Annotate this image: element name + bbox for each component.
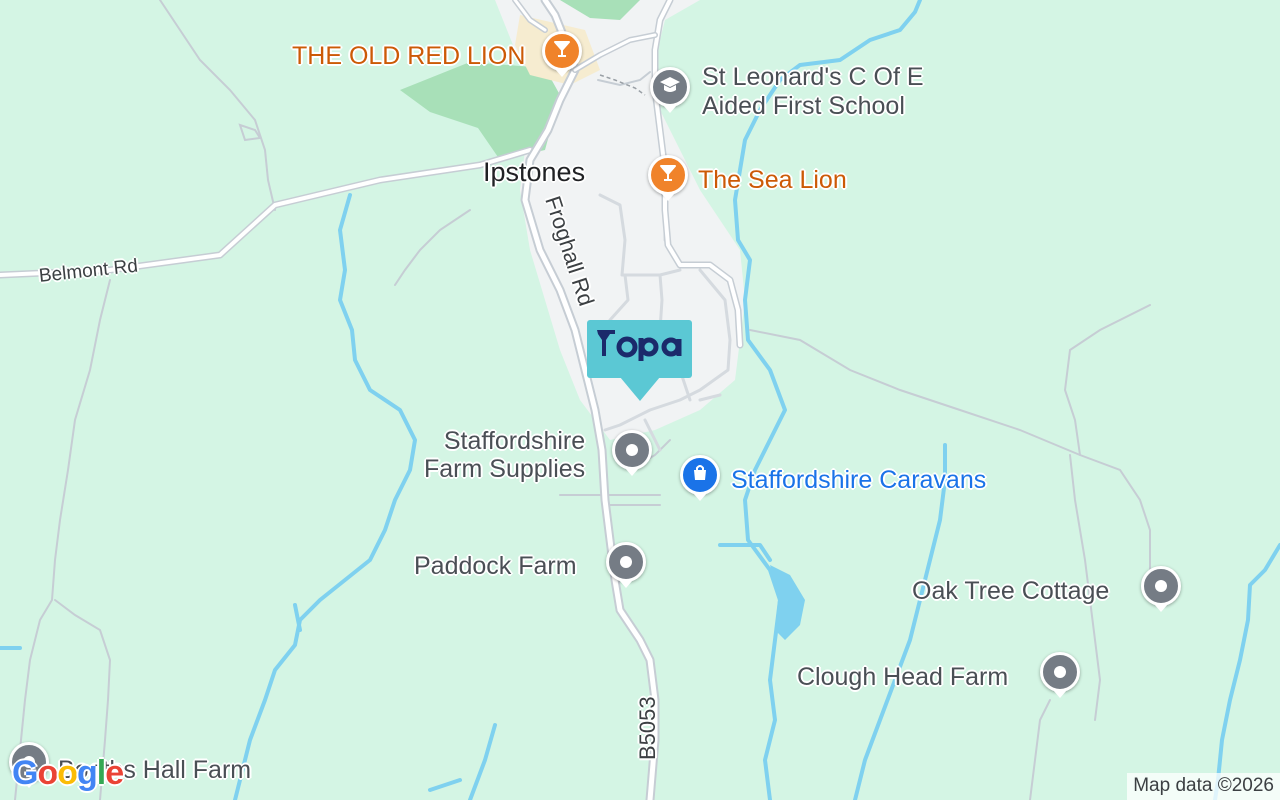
graduation-cap-icon	[659, 75, 681, 100]
poi-label-clough-head-farm[interactable]: Clough Head Farm	[797, 663, 1008, 691]
place-dot-icon	[626, 444, 638, 456]
poi-label-line: St Leonard's C Of E	[702, 63, 924, 91]
poi-pin-old-red-lion[interactable]	[542, 31, 582, 77]
stream	[1213, 543, 1280, 800]
poi-label-line: Aided First School	[702, 92, 905, 120]
place-dot-icon	[1054, 666, 1066, 678]
stream	[468, 723, 497, 800]
google-logo-letter: G	[12, 754, 38, 792]
poi-label-farm-supplies[interactable]: Staffordshire Farm Supplies	[424, 427, 585, 483]
shopping-bag-icon	[691, 464, 709, 487]
poi-pin-oak-tree-cottage[interactable]	[1141, 566, 1181, 612]
google-logo-letter: o	[57, 754, 78, 792]
poi-label-paddock-farm[interactable]: Paddock Farm	[414, 552, 577, 580]
road-label-b5053: B5053	[635, 696, 660, 760]
cocktail-icon	[552, 39, 572, 64]
town-label: Ipstones	[483, 157, 586, 187]
stream	[293, 603, 302, 632]
yopa-logo	[594, 326, 686, 372]
map-attribution[interactable]: Map data ©2026	[1127, 773, 1280, 800]
poi-label-line: Farm Supplies	[424, 455, 586, 483]
poi-pin-clough-head-farm[interactable]	[1040, 652, 1080, 698]
pond	[770, 565, 805, 640]
poi-pin-st-leonards[interactable]	[650, 67, 690, 113]
google-logo[interactable]: Google	[12, 754, 124, 793]
google-logo-letter: o	[37, 754, 58, 792]
stream	[428, 778, 462, 792]
poi-label-oak-tree-cottage[interactable]: Oak Tree Cottage	[912, 577, 1109, 605]
poi-label-old-red-lion[interactable]: THE OLD RED LION	[292, 42, 525, 70]
google-logo-letter: g	[77, 754, 98, 792]
yopa-property-marker[interactable]	[587, 320, 692, 378]
poi-pin-caravans[interactable]	[680, 455, 720, 501]
poi-label-st-leonards[interactable]: St Leonard's C Of E Aided First School	[702, 63, 924, 121]
poi-pin-paddock-farm[interactable]	[606, 542, 646, 588]
poi-label-line: Staffordshire	[443, 427, 586, 455]
stream	[233, 193, 417, 800]
place-dot-icon	[620, 556, 632, 568]
poi-label-caravans[interactable]: Staffordshire Caravans	[731, 466, 986, 494]
poi-pin-farm-supplies[interactable]	[612, 430, 652, 476]
stream	[853, 443, 947, 800]
google-logo-letter: e	[105, 754, 124, 792]
road-belmont	[0, 148, 532, 277]
place-dot-icon	[1155, 580, 1167, 592]
poi-pin-sea-lion[interactable]	[648, 155, 688, 201]
poi-label-sea-lion[interactable]: The Sea Lion	[698, 166, 847, 194]
google-logo-letter: l	[96, 754, 107, 792]
cocktail-icon	[658, 163, 678, 188]
yopa-marker-pointer	[620, 377, 660, 401]
